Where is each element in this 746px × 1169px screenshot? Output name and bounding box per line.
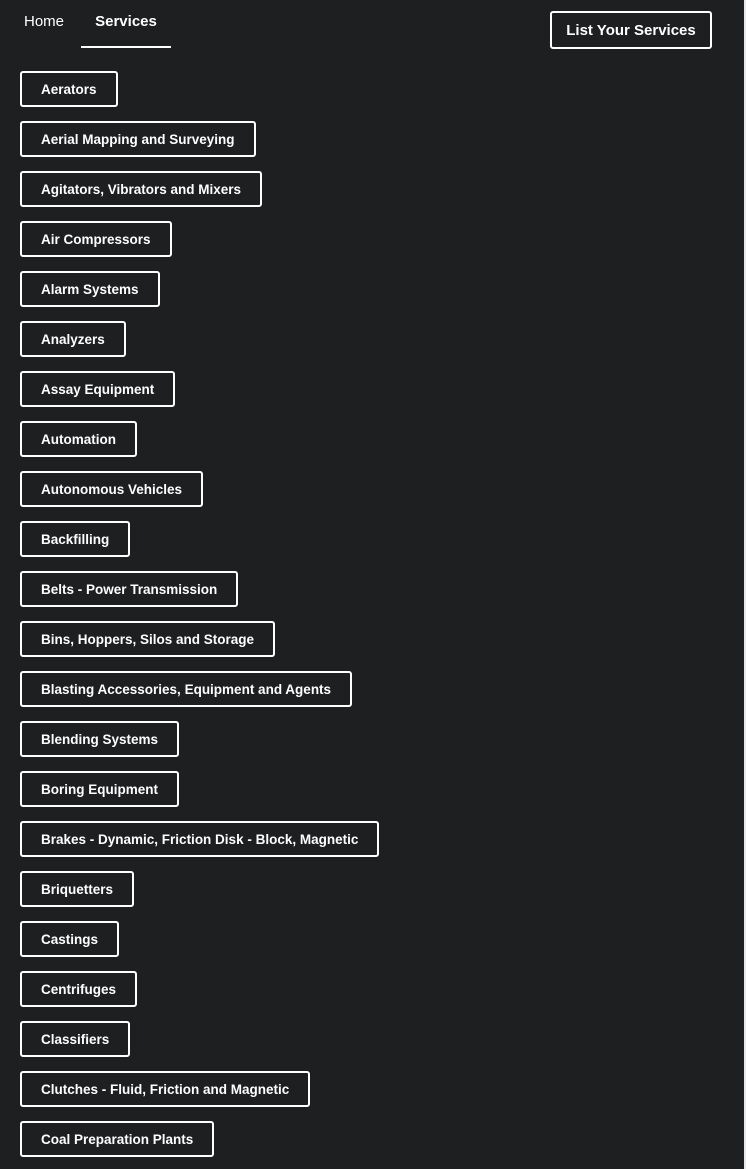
top-navigation: Home Services List Your Services <box>0 0 746 62</box>
list-item: Air Compressors <box>20 221 379 257</box>
tab-services[interactable]: Services <box>81 0 171 48</box>
list-item: Automation <box>20 421 379 457</box>
list-item: Brakes - Dynamic, Friction Disk - Block,… <box>20 821 380 857</box>
service-category-button[interactable]: Castings <box>20 921 120 957</box>
list-item: Blending Systems <box>20 721 379 757</box>
service-category-button[interactable]: Belts - Power Transmission <box>20 571 239 607</box>
service-category-button[interactable]: Blending Systems <box>20 721 180 757</box>
service-category-button[interactable]: Aerators <box>20 71 118 107</box>
list-item: Aerial Mapping and Surveying <box>20 121 379 157</box>
service-category-button[interactable]: Backfilling <box>20 521 131 557</box>
service-category-button[interactable]: Assay Equipment <box>20 371 176 407</box>
list-item: Bins, Hoppers, Silos and Storage <box>20 621 379 657</box>
service-category-button[interactable]: Aerial Mapping and Surveying <box>20 121 256 157</box>
service-category-button[interactable]: Analyzers <box>20 321 126 357</box>
list-item: Coal Preparation Plants <box>20 1121 379 1157</box>
list-item: Agitators, Vibrators and Mixers <box>20 171 379 207</box>
service-category-list: Aerators Aerial Mapping and Surveying Agit… <box>20 71 380 1169</box>
service-category-button[interactable]: Autonomous Vehicles <box>20 471 204 507</box>
list-item: Blasting Accessories, Equipment and Agen… <box>20 671 379 707</box>
service-category-button[interactable]: Alarm Systems <box>20 271 160 307</box>
service-category-button[interactable]: Briquetters <box>20 871 135 907</box>
list-item: Alarm Systems <box>20 271 379 307</box>
service-category-button[interactable]: Automation <box>20 421 137 457</box>
list-item: Centrifuges <box>20 971 379 1007</box>
service-category-button[interactable]: Classifiers <box>20 1021 131 1057</box>
list-item: Castings <box>20 921 379 957</box>
list-item: Belts - Power Transmission <box>20 571 379 607</box>
list-item: Assay Equipment <box>20 371 379 407</box>
tab-home[interactable]: Home <box>8 0 80 48</box>
service-category-button[interactable]: Bins, Hoppers, Silos and Storage <box>20 621 276 657</box>
list-item: Backfilling <box>20 521 379 557</box>
service-category-button[interactable]: Agitators, Vibrators and Mixers <box>20 171 263 207</box>
list-item: Boring Equipment <box>20 771 379 807</box>
list-item: Analyzers <box>20 321 379 357</box>
list-your-services-button[interactable]: List Your Services <box>550 11 712 49</box>
service-category-button[interactable]: Centrifuges <box>20 971 138 1007</box>
service-category-button[interactable]: Clutches - Fluid, Friction and Magnetic <box>20 1071 311 1107</box>
service-category-button[interactable]: Boring Equipment <box>20 771 179 807</box>
list-item: Clutches - Fluid, Friction and Magnetic <box>20 1071 379 1107</box>
list-item: Autonomous Vehicles <box>20 471 379 507</box>
list-item: Classifiers <box>20 1021 379 1057</box>
service-category-button[interactable]: Blasting Accessories, Equipment and Agen… <box>20 671 353 707</box>
service-category-button[interactable]: Air Compressors <box>20 221 172 257</box>
list-item: Aerators <box>20 71 379 107</box>
service-category-button[interactable]: Brakes - Dynamic, Friction Disk - Block,… <box>20 821 380 857</box>
service-category-button[interactable]: Coal Preparation Plants <box>20 1121 215 1157</box>
list-item: Briquetters <box>20 871 379 907</box>
